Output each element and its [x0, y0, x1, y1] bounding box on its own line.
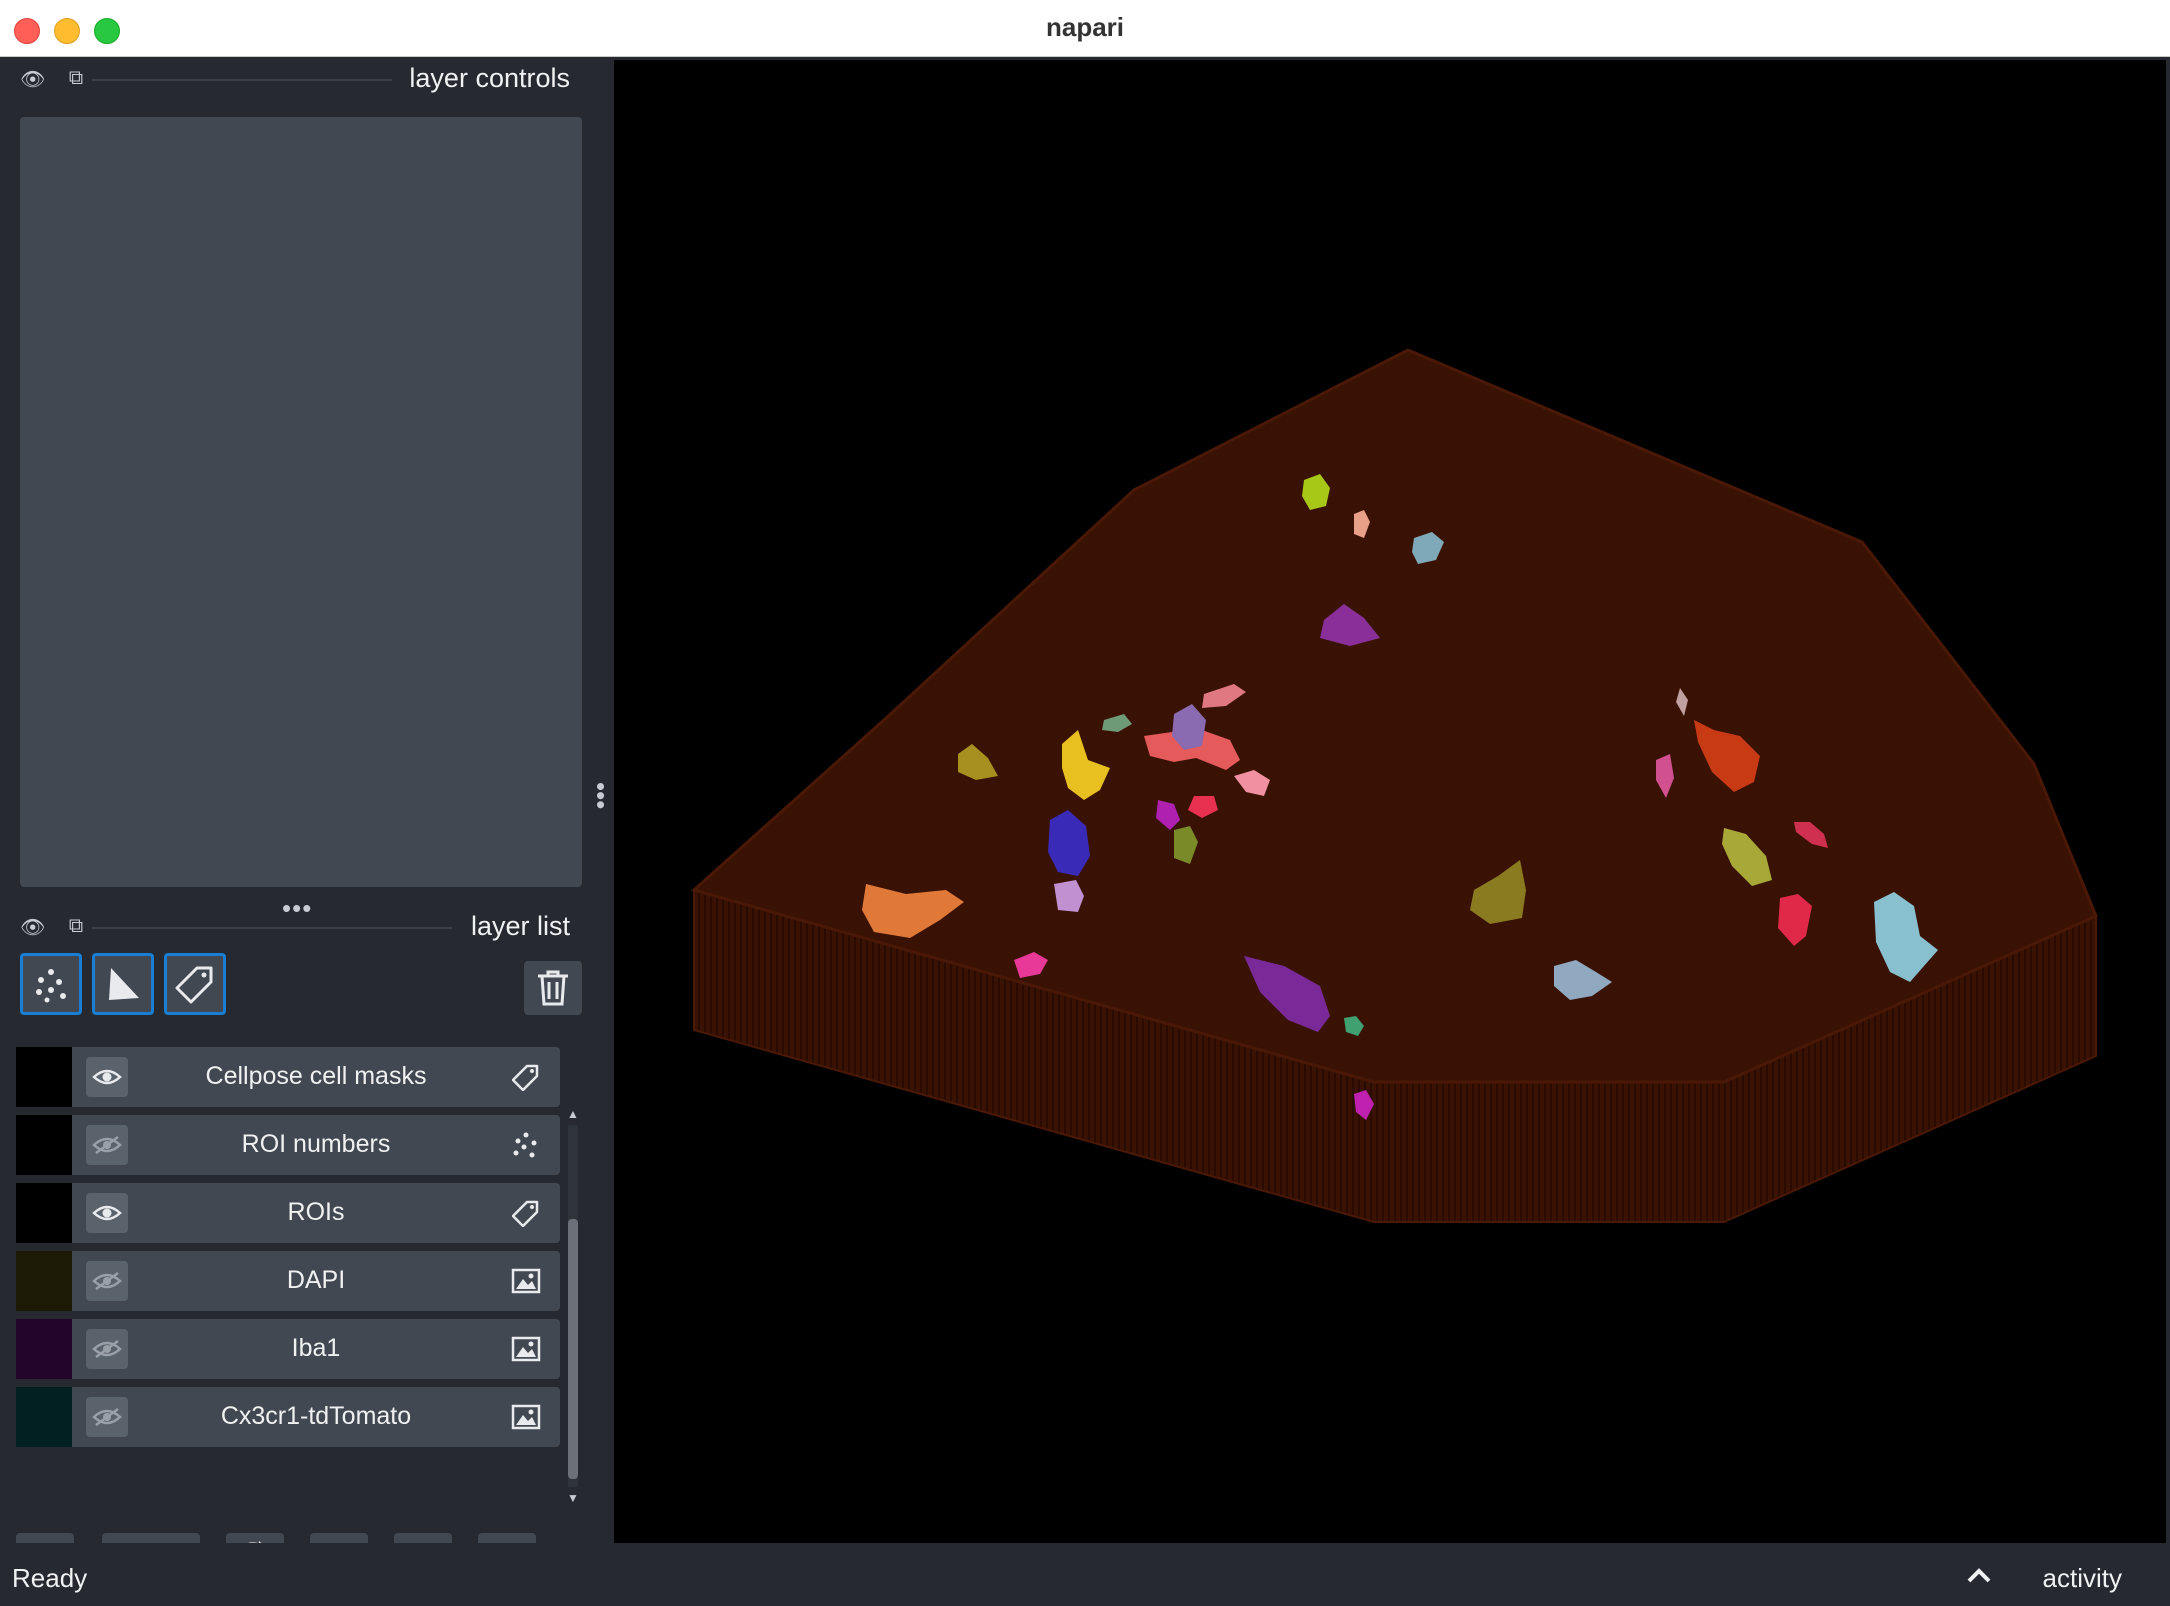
- viewer-canvas[interactable]: [614, 60, 2166, 1544]
- layer-item[interactable]: Cx3cr1-tdTomato: [72, 1387, 560, 1447]
- layer-name: ROIs: [287, 1198, 345, 1226]
- new-points-icon: [36, 969, 66, 1003]
- delete-layer-button[interactable]: [524, 961, 582, 1015]
- scroll-thumb[interactable]: [568, 1219, 578, 1479]
- eye-off-icon[interactable]: [86, 1329, 128, 1369]
- layer-item[interactable]: ROI numbers: [72, 1115, 560, 1175]
- float-panel-icon[interactable]: 👁: [20, 67, 45, 92]
- close-panel-icon[interactable]: ⧉: [64, 67, 88, 92]
- close-panel-icon[interactable]: ⧉: [64, 915, 88, 940]
- new-points-layer-button[interactable]: [20, 953, 82, 1015]
- layer-controls-panel: [20, 117, 582, 887]
- layer-row[interactable]: Cellpose cell masks: [16, 1047, 560, 1107]
- scroll-down-icon[interactable]: ▼: [566, 1491, 580, 1505]
- new-shapes-icon: [109, 968, 139, 1000]
- points-icon: [510, 1129, 542, 1161]
- layer-item[interactable]: Iba1: [72, 1319, 560, 1379]
- status-text: Ready: [12, 1563, 88, 1593]
- layer-row[interactable]: DAPI: [16, 1251, 560, 1311]
- layer-name: Cellpose cell masks: [205, 1062, 427, 1090]
- layer-name: DAPI: [286, 1266, 346, 1294]
- dock-resize-handle[interactable]: •••: [586, 782, 616, 809]
- activity-button[interactable]: activity: [2043, 1563, 2122, 1594]
- layer-row[interactable]: Cx3cr1-tdTomato: [16, 1387, 560, 1447]
- layer-controls-title: layer controls: [409, 63, 570, 93]
- layer-thumbnail: [16, 1183, 72, 1243]
- layer-list-header: 👁 ⧉ layer list: [0, 905, 600, 949]
- layer-thumbnail: [16, 1047, 72, 1107]
- label-tag-icon: [510, 1197, 542, 1229]
- layer-list-scrollbar[interactable]: ▲ ▼: [566, 1107, 580, 1507]
- layer-row[interactable]: ROI numbers: [16, 1115, 560, 1175]
- image-icon: [510, 1333, 542, 1365]
- new-shapes-layer-button[interactable]: [92, 953, 154, 1015]
- title-bar: napari: [0, 0, 2170, 57]
- layer-item[interactable]: DAPI: [72, 1251, 560, 1311]
- new-labels-layer-button[interactable]: [164, 953, 226, 1015]
- left-dock: 👁 ⧉ layer controls ••• ••• 👁 ⧉ layer lis…: [0, 57, 616, 1593]
- layer-thumbnail: [16, 1319, 72, 1379]
- status-bar: Ready activity: [0, 1543, 2170, 1606]
- header-divider: [92, 927, 452, 929]
- layer-list: Cellpose cell masks ROI numbers ROIs DAPI Ib…: [16, 1047, 562, 1507]
- scroll-up-icon[interactable]: ▲: [566, 1107, 580, 1121]
- layer-name: Iba1: [291, 1334, 341, 1362]
- layer-thumbnail: [16, 1251, 72, 1311]
- layer-item[interactable]: Cellpose cell masks: [72, 1047, 560, 1107]
- layer-thumbnail: [16, 1387, 72, 1447]
- eye-off-icon[interactable]: [86, 1397, 128, 1437]
- image-icon: [510, 1265, 542, 1297]
- layer-controls-header: 👁 ⧉ layer controls: [0, 57, 600, 101]
- eye-off-icon[interactable]: [86, 1125, 128, 1165]
- layer-row[interactable]: ROIs: [16, 1183, 560, 1243]
- layer-thumbnail: [16, 1115, 72, 1175]
- label-tag-icon: [510, 1061, 542, 1093]
- delete-layer-icon: [538, 970, 568, 1006]
- layer-list-title: layer list: [470, 911, 570, 941]
- layer-name: ROI numbers: [241, 1130, 391, 1158]
- float-panel-icon[interactable]: 👁: [20, 915, 45, 940]
- eye-icon[interactable]: [86, 1057, 128, 1097]
- layer-row[interactable]: Iba1: [16, 1319, 560, 1379]
- window-title: napari: [1045, 12, 1125, 42]
- volume-rendering: [690, 348, 2098, 1223]
- eye-off-icon[interactable]: [86, 1261, 128, 1301]
- layer-item[interactable]: ROIs: [72, 1183, 560, 1243]
- layer-name: Cx3cr1-tdTomato: [220, 1402, 412, 1430]
- image-icon: [510, 1401, 542, 1433]
- eye-icon[interactable]: [86, 1193, 128, 1233]
- new-labels-icon: [175, 966, 213, 1004]
- chevron-up-icon[interactable]: [1966, 1563, 1992, 1594]
- header-divider: [92, 79, 392, 81]
